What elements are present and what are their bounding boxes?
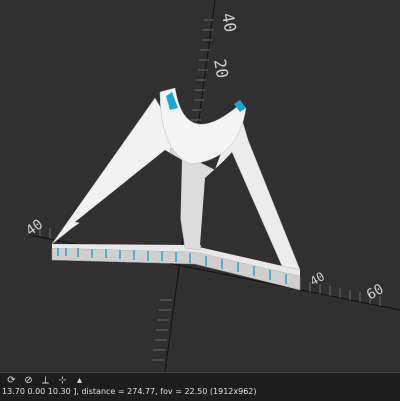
view-all-icon[interactable]: ⟳ <box>6 375 17 386</box>
axis-label-y-mid: 20 <box>210 57 232 79</box>
reset-view-icon[interactable]: ⊘ <box>23 375 34 386</box>
viewport-status-text: 13.70 0.00 10.30 ], distance = 274.77, f… <box>2 387 257 396</box>
axes-icon[interactable]: ⟂ <box>40 375 51 386</box>
scale-marker-icon[interactable]: ▴ <box>74 375 85 386</box>
axis-label-x-left: 40 <box>23 217 46 240</box>
axis-label-y-top: 40 <box>218 11 240 33</box>
viewport-canvas[interactable]: 40 20 40 60 40 <box>0 0 400 372</box>
3d-viewport[interactable]: 40 20 40 60 40 <box>0 0 400 372</box>
axis-label-x-right-60: 60 <box>364 281 387 303</box>
axis-label-x-right-40: 40 <box>308 269 328 288</box>
viewport-toolbar: ⟳ ⊘ ⟂ ⊹ ▴ <box>0 373 85 387</box>
crosshair-icon[interactable]: ⊹ <box>57 375 68 386</box>
3d-model[interactable] <box>51 87 301 291</box>
